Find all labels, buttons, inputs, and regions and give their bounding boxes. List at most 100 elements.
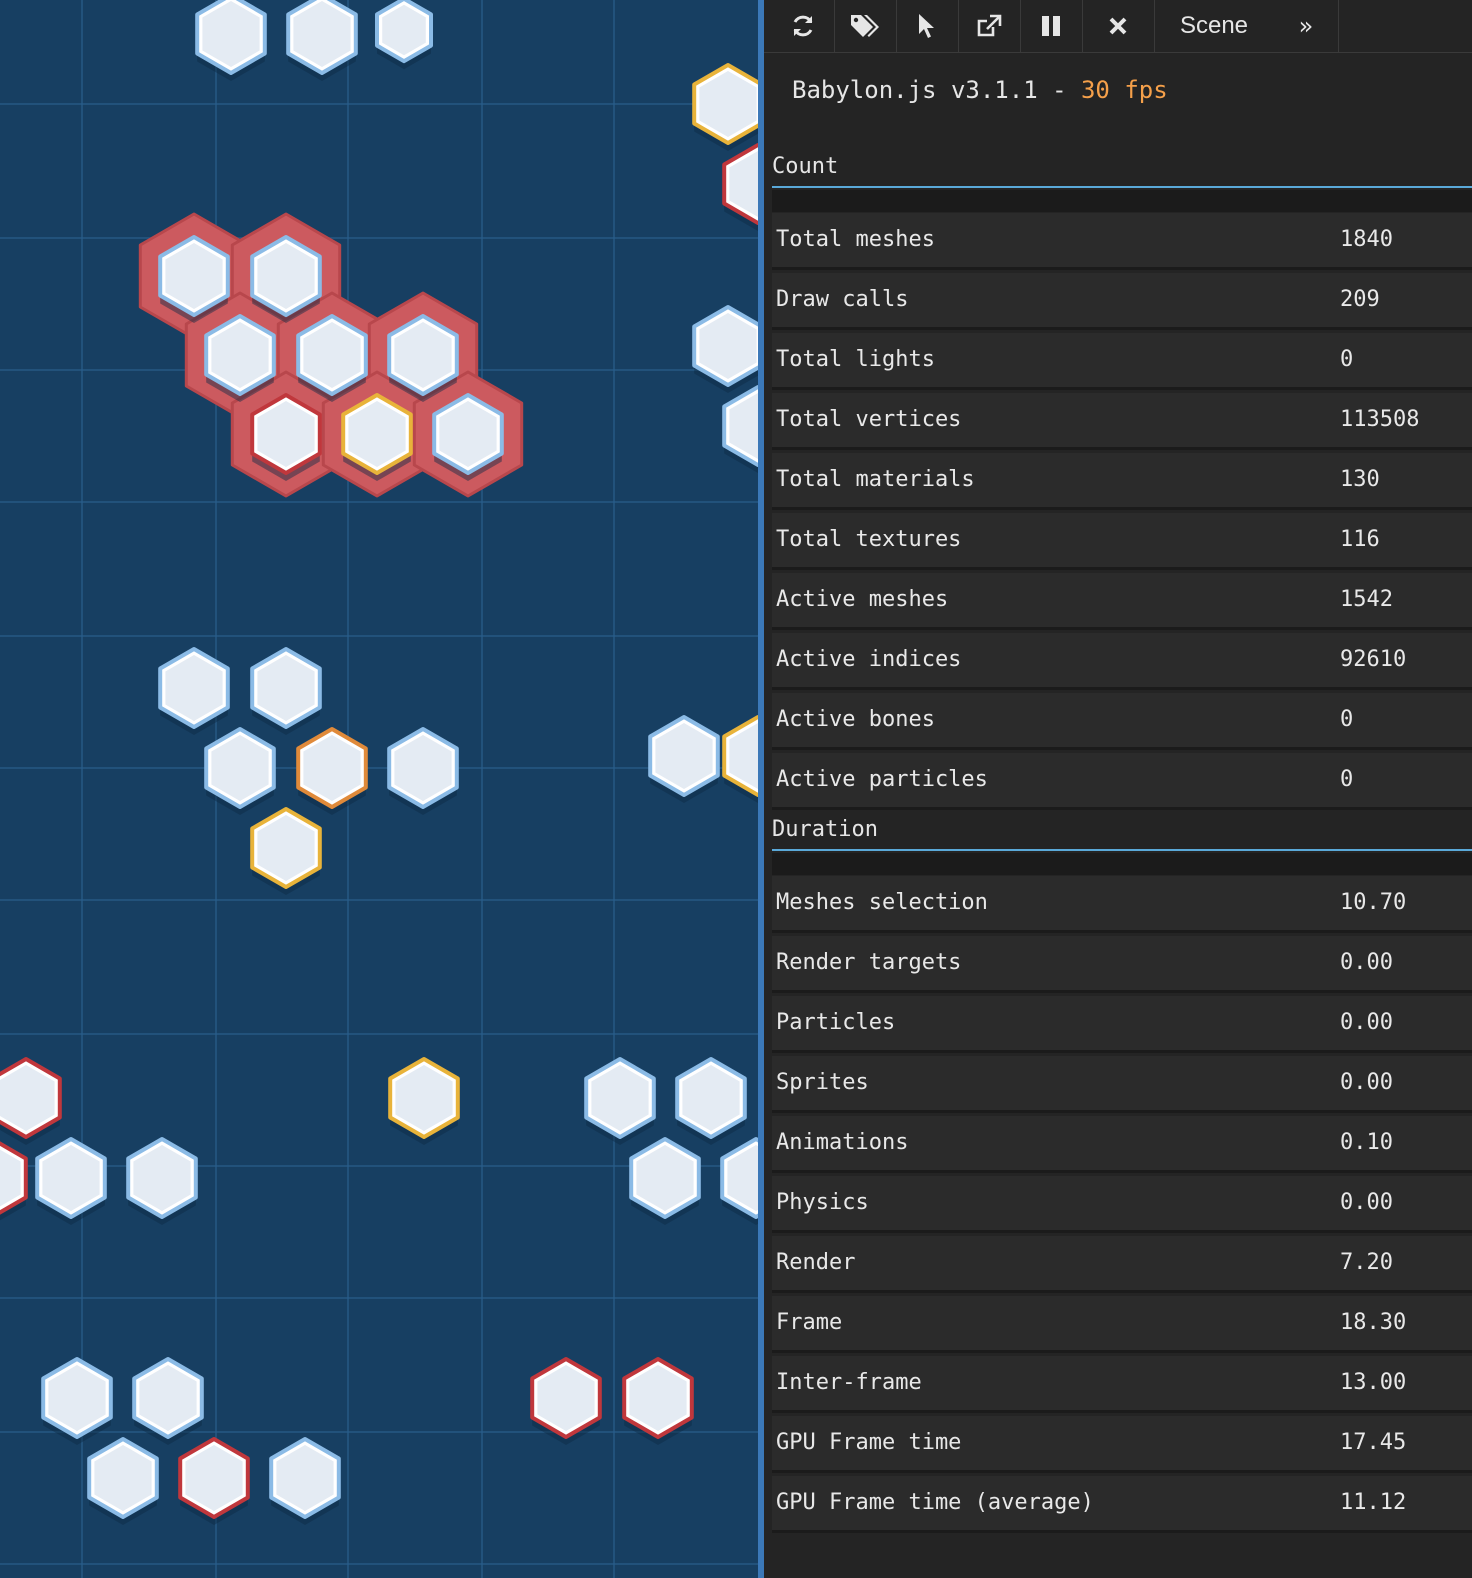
stat-value: 0 [1340,347,1354,372]
debug-panel: Scene » Babylon.js v3.1.1 - 30 fps Count… [764,0,1472,1578]
close-icon [1109,17,1127,35]
stat-value: 209 [1340,287,1380,312]
stat-label: Total lights [776,347,935,372]
stat-value: 0 [1340,707,1354,732]
stat-row: GPU Frame time 17.45 [772,1416,1472,1473]
stat-label: Particles [776,1010,896,1035]
stat-label: Draw calls [776,287,909,312]
stat-label: Render [776,1250,856,1275]
stat-row: Physics 0.00 [772,1176,1472,1233]
hex-tile[interactable] [87,1437,159,1525]
refresh-icon [793,15,813,37]
hex-tile[interactable] [388,1057,460,1145]
hex-tile[interactable] [629,1137,701,1225]
stat-label: Active indices [776,647,962,672]
hex-tile[interactable] [0,1057,62,1145]
stat-row: Animations 0.10 [772,1116,1472,1173]
stat-label: Total materials [776,467,975,492]
stat-value: 18.30 [1340,1310,1407,1335]
section-title: Duration [772,817,878,842]
stat-value: 0.10 [1340,1130,1393,1155]
stat-label: Physics [776,1190,869,1215]
stat-value: 0.00 [1340,1190,1393,1215]
stat-label: Frame [776,1310,843,1335]
stat-value: 1840 [1340,227,1393,252]
popup-button[interactable] [958,0,1021,52]
scene-grid [0,0,758,1578]
stat-value: 0.00 [1340,950,1393,975]
stat-label: Active particles [776,767,988,792]
stat-label: GPU Frame time (average) [776,1490,1094,1515]
stat-row: Active indices 92610 [772,633,1472,690]
stat-row: Sprites 0.00 [772,1056,1472,1113]
more-tabs-button[interactable]: » [1274,0,1339,52]
hex-tile[interactable] [722,143,758,231]
hex-tile[interactable] [250,647,322,735]
stat-row: GPU Frame time (average) 11.12 [772,1476,1472,1533]
refresh-button[interactable] [772,0,835,52]
hex-tile[interactable] [387,727,459,815]
stat-value: 1542 [1340,587,1393,612]
hex-tile[interactable] [648,715,720,803]
pointer-icon [919,14,934,38]
stat-row: Particles 0.00 [772,996,1472,1053]
hex-tile[interactable] [126,1137,198,1225]
stat-value: 0.00 [1340,1010,1393,1035]
external-link-icon [977,14,1002,37]
hex-tile[interactable] [269,1437,341,1525]
stat-label: Total vertices [776,407,962,432]
stat-value: 130 [1340,467,1380,492]
stat-value: 7.20 [1340,1250,1393,1275]
stat-row: Frame 18.30 [772,1296,1472,1353]
scene-canvas[interactable] [0,0,758,1578]
stat-value: 92610 [1340,647,1407,672]
hex-tile[interactable] [178,1437,250,1525]
stat-value: 17.45 [1340,1430,1407,1455]
close-button[interactable] [1082,0,1155,52]
hex-tile[interactable] [720,1137,758,1225]
tags-button[interactable] [834,0,897,52]
stat-row: Total lights 0 [772,333,1472,390]
stat-label: GPU Frame time [776,1430,962,1455]
tab-scene[interactable]: Scene [1154,0,1274,52]
hex-tile[interactable] [0,1139,28,1225]
stat-row: Total meshes 1840 [772,213,1472,270]
stat-row: Inter-frame 13.00 [772,1356,1472,1413]
debug-toolbar: Scene » [764,0,1472,53]
stat-value: 0 [1340,767,1354,792]
hex-tile[interactable] [35,1137,107,1225]
hex-tile[interactable] [675,1057,747,1145]
stat-label: Sprites [776,1070,869,1095]
pause-button[interactable] [1020,0,1083,52]
stat-value: 0.00 [1340,1070,1393,1095]
stat-row: Meshes selection 10.70 [772,876,1472,933]
hex-tile[interactable] [722,715,758,803]
hex-tile[interactable] [286,0,358,81]
scene-viewport[interactable] [0,0,758,1578]
pick-button[interactable] [896,0,959,52]
stat-label: Render targets [776,950,962,975]
stat-row: Total vertices 113508 [772,393,1472,450]
hex-tile[interactable] [250,807,322,895]
stat-label: Inter-frame [776,1370,922,1395]
hex-tile[interactable] [296,727,368,815]
engine-title: Babylon.js v3.1.1 - 30 fps [792,76,1168,104]
hex-tile[interactable] [692,63,758,151]
section-header-count: Count [772,152,1472,188]
stat-row: Active bones 0 [772,693,1472,750]
stat-value: 11.12 [1340,1490,1407,1515]
stat-row: Total textures 116 [772,513,1472,570]
hex-tile[interactable] [158,647,230,735]
hex-tile[interactable] [722,385,758,473]
stat-row: Total materials 130 [772,453,1472,510]
stat-row: Draw calls 209 [772,273,1472,330]
stat-label: Animations [776,1130,909,1155]
hex-tile[interactable] [692,305,758,393]
stat-label: Active bones [776,707,935,732]
section-spacer [772,190,1472,212]
stat-value: 113508 [1340,407,1420,432]
hex-tile[interactable] [375,0,433,70]
stat-value: 13.00 [1340,1370,1407,1395]
hex-tile[interactable] [584,1057,656,1145]
hex-tile[interactable] [195,0,267,81]
